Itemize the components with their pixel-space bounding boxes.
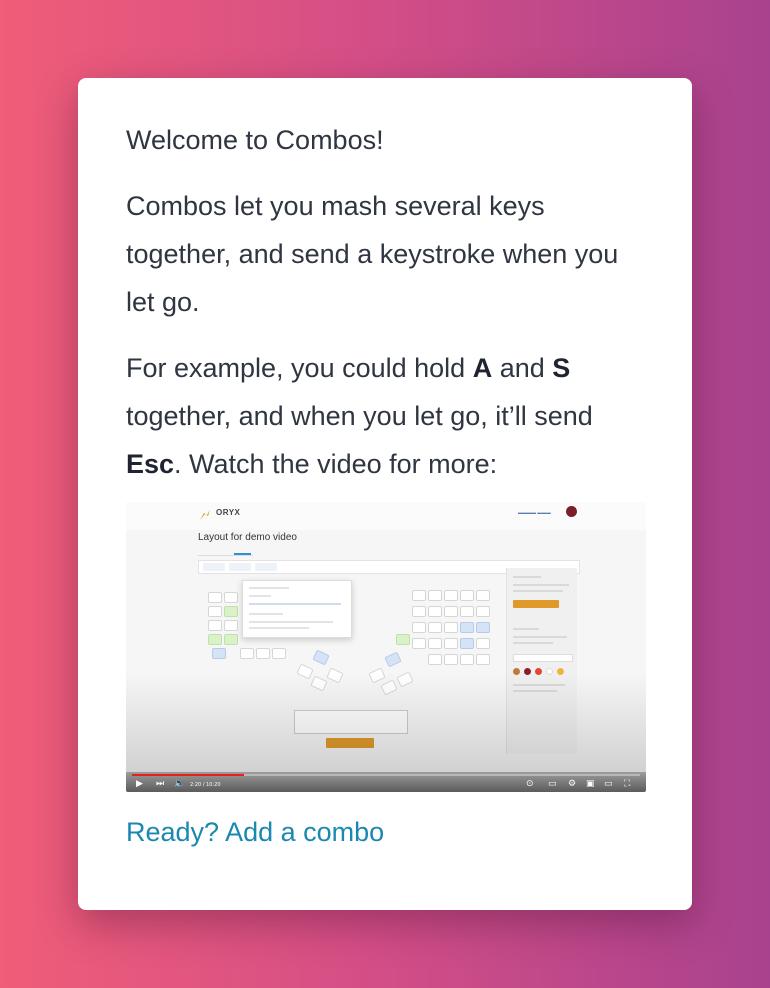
combos-example: For example, you could hold A and S toge…	[126, 344, 644, 488]
video-brand: ORYX	[216, 508, 241, 517]
video-avatar	[566, 506, 577, 517]
combos-description: Combos let you mash several keys togethe…	[126, 191, 619, 317]
example-text-3: together, and when you let go, it’ll sen…	[126, 401, 593, 431]
autoplay-toggle-icon[interactable]: ⊙	[526, 779, 534, 789]
oryx-logo-icon	[200, 510, 210, 520]
example-text-4: . Watch the video for more:	[174, 449, 498, 479]
combos-intro-card: Welcome to Combos! Combos let you mash s…	[78, 78, 692, 910]
video-nav-links: ▬▬▬▬ ▬▬▬	[518, 510, 551, 515]
video-timecode: 2:20 / 10:20	[190, 782, 221, 788]
video-layout-heading: Layout for demo video	[198, 532, 297, 543]
tutorial-video-player[interactable]: ORYX ▬▬▬▬ ▬▬▬ Layout for demo video ▶ ⏭ …	[126, 502, 646, 792]
welcome-heading: Welcome to Combos!	[126, 125, 384, 155]
captions-icon[interactable]: ▭	[548, 779, 557, 789]
miniplayer-icon[interactable]: ▣	[586, 779, 595, 789]
key-a: A	[472, 353, 493, 383]
volume-icon[interactable]: 🔈	[174, 779, 185, 789]
settings-gear-icon[interactable]: ⚙	[568, 779, 576, 789]
play-icon[interactable]: ▶	[136, 779, 143, 789]
key-s: S	[552, 353, 571, 383]
video-progress-fill	[132, 774, 244, 776]
example-text-1: For example, you could hold	[126, 353, 473, 383]
fullscreen-icon[interactable]: ⛶	[624, 779, 630, 789]
example-text-2: and	[492, 353, 553, 383]
theater-mode-icon[interactable]: ▭	[604, 779, 613, 789]
key-esc: Esc	[126, 449, 175, 479]
next-icon[interactable]: ⏭	[156, 779, 164, 789]
add-combo-link[interactable]: Ready? Add a combo	[126, 812, 384, 852]
video-active-tab	[234, 553, 251, 555]
video-keycode-popup	[242, 580, 352, 638]
